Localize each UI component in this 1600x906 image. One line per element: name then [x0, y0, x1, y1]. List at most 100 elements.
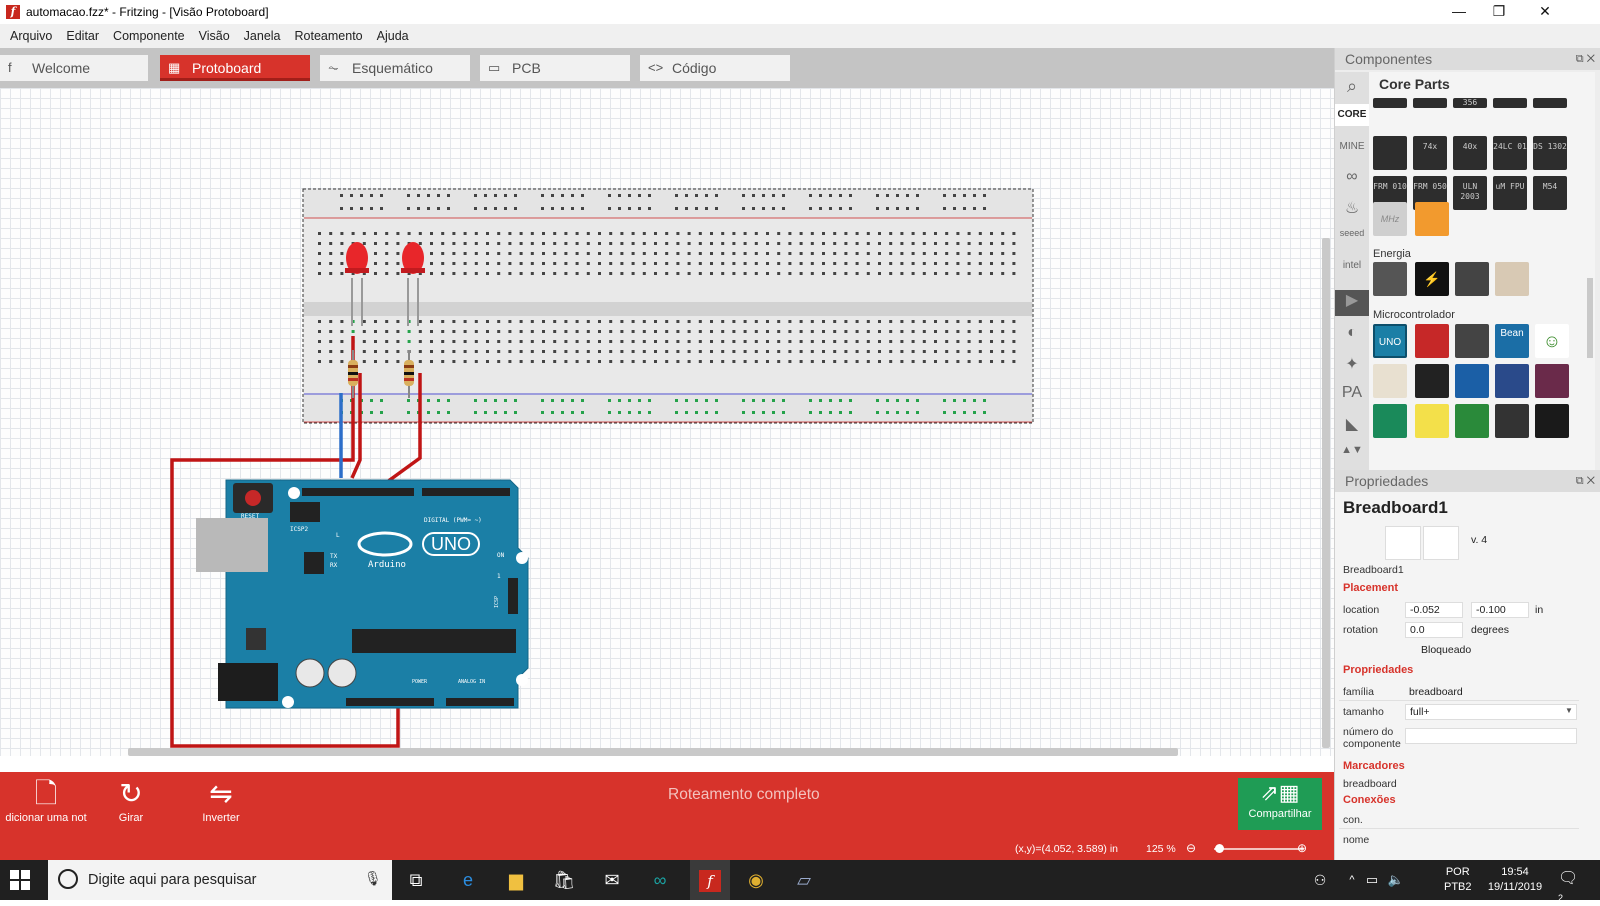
microphone-icon[interactable]: 🎙	[364, 870, 382, 887]
locked-checkbox-label[interactable]: Bloqueado	[1421, 644, 1471, 656]
part-arduino-red[interactable]	[1415, 324, 1449, 358]
part-board-4[interactable]	[1495, 364, 1529, 398]
part-board-8[interactable]	[1455, 404, 1489, 438]
part-sparkcore[interactable]	[1455, 324, 1489, 358]
vertical-scrollbar[interactable]	[1322, 238, 1330, 748]
part-power-supply[interactable]: ⚡	[1415, 262, 1449, 296]
ic-part[interactable]	[1533, 98, 1567, 108]
animal-bin-icon[interactable]: ✦	[1335, 354, 1369, 376]
menu-visao[interactable]: Visão	[193, 29, 238, 43]
windows-start-icon[interactable]	[10, 870, 30, 890]
arduino-ide-icon[interactable]: ∞	[648, 868, 672, 892]
ic-part[interactable]: 40x	[1453, 136, 1487, 170]
menu-editar[interactable]: Editar	[60, 29, 107, 43]
size-select[interactable]: full+	[1405, 704, 1577, 720]
breadboard-canvas[interactable]: UNO Arduino RESET ICSP2 DIGITAL (PWM= ~)…	[0, 88, 1334, 756]
part-board-5[interactable]	[1535, 364, 1569, 398]
snootlab-bin-icon[interactable]: ◐	[1335, 324, 1369, 346]
edge-icon[interactable]: e	[456, 868, 480, 892]
menu-arquivo[interactable]: Arquivo	[4, 29, 60, 43]
part-bean[interactable]: Bean	[1495, 324, 1529, 358]
chrome-icon[interactable]: ◉	[744, 868, 768, 892]
part-resonator[interactable]	[1415, 202, 1449, 236]
part-voltage-regulator[interactable]	[1455, 262, 1489, 296]
seeed-bin-icon[interactable]: seeed	[1335, 228, 1369, 254]
store-icon[interactable]: 🛍	[552, 868, 576, 892]
add-note-button[interactable]: 🗋 dicionar uma not	[4, 776, 88, 824]
app-icon[interactable]: ▱	[792, 868, 816, 892]
ic-part[interactable]	[1493, 98, 1527, 108]
part-crystal[interactable]: MHz	[1373, 202, 1407, 236]
zoom-slider[interactable]	[1214, 848, 1304, 850]
volume-icon[interactable]: 🔈	[1384, 868, 1408, 892]
task-view-icon[interactable]: ⧉	[404, 868, 428, 892]
maximize-button[interactable]: ❐	[1476, 0, 1522, 24]
people-icon[interactable]: ⚇	[1308, 868, 1332, 892]
pa-bin-icon[interactable]: PA	[1335, 384, 1369, 406]
close-button[interactable]: ✕	[1522, 0, 1568, 24]
ic-part[interactable]: M54	[1533, 176, 1567, 210]
ic-part[interactable]: ULN 2003	[1453, 176, 1487, 210]
menu-roteamento[interactable]: Roteamento	[289, 29, 371, 43]
search-icon[interactable]: ⌕	[1335, 76, 1369, 98]
part-board-1[interactable]	[1373, 364, 1407, 398]
file-explorer-icon[interactable]: ▆	[504, 868, 528, 892]
rotation-input[interactable]: 0.0	[1405, 622, 1463, 638]
location-x-input[interactable]: -0.052	[1405, 602, 1463, 618]
arduino-bin-icon[interactable]: ∞	[1335, 168, 1369, 190]
rotate-button[interactable]: ↻ Girar	[104, 776, 158, 824]
menu-componente[interactable]: Componente	[107, 29, 193, 43]
tab-codigo[interactable]: <> Código	[640, 55, 790, 81]
menu-janela[interactable]: Janela	[238, 29, 289, 43]
part-arduino-uno[interactable]: UNO	[1373, 324, 1407, 358]
intel-bin-icon[interactable]: intel	[1335, 260, 1369, 282]
taskbar-search-box[interactable]: Digite aqui para pesquisar 🎙	[48, 860, 392, 900]
part-number-input[interactable]	[1405, 728, 1577, 744]
ic-part[interactable]: 356	[1453, 98, 1487, 108]
location-y-input[interactable]: -0.100	[1471, 602, 1529, 618]
part-coin-cell[interactable]	[1495, 262, 1529, 296]
bin-mine[interactable]: MINE	[1335, 136, 1369, 158]
ic-part[interactable]	[1413, 98, 1447, 108]
notification-center-icon[interactable]: 🗨2	[1558, 868, 1582, 903]
ic-part[interactable]: 24LC 01	[1493, 136, 1527, 170]
zoom-out-icon[interactable]: ⊖	[1186, 841, 1196, 855]
panel-float-close-icon[interactable]: ⧉ ✕	[1576, 48, 1595, 70]
ic-part[interactable]: DS 1302	[1533, 136, 1567, 170]
part-board-2[interactable]	[1415, 364, 1449, 398]
part-board-6[interactable]	[1373, 404, 1407, 438]
menu-ajuda[interactable]: Ajuda	[371, 29, 417, 43]
network-icon[interactable]: ▭	[1360, 868, 1384, 892]
sparkfun-bin-icon[interactable]: ♨	[1335, 198, 1369, 220]
share-button[interactable]: ⇗▦ Compartilhar	[1238, 778, 1322, 830]
play-bin-icon[interactable]: ▶	[1335, 290, 1369, 316]
tab-pcb[interactable]: ▭ PCB	[480, 55, 630, 81]
tab-welcome[interactable]: f Welcome	[0, 55, 148, 81]
system-clock[interactable]: 19:54 19/11/2019	[1480, 865, 1550, 895]
part-board-7[interactable]	[1415, 404, 1449, 438]
ic-part[interactable]: 74x	[1413, 136, 1447, 170]
zoom-in-icon[interactable]: ⊕	[1297, 841, 1307, 855]
fritzing-taskbar-button[interactable]: f	[690, 860, 730, 900]
location-unit[interactable]: in	[1535, 604, 1543, 616]
ic-part[interactable]	[1373, 98, 1407, 108]
horizontal-scrollbar[interactable]	[128, 748, 1178, 756]
part-board-3[interactable]	[1455, 364, 1489, 398]
ic-part[interactable]	[1373, 136, 1407, 170]
tab-esquematico[interactable]: ⏦ Esquemático	[320, 55, 470, 81]
part-pinoccio[interactable]: ☺	[1535, 324, 1569, 358]
part-board-10[interactable]	[1535, 404, 1569, 438]
scroll-bins-icon[interactable]: ▲▼	[1335, 444, 1369, 466]
elephant-bin-icon[interactable]: ◣	[1335, 414, 1369, 436]
tab-protoboard[interactable]: ▦ Protoboard	[160, 55, 310, 81]
mail-icon[interactable]: ✉	[600, 868, 624, 892]
breadboard[interactable]	[302, 188, 1034, 424]
zoom-slider-handle[interactable]	[1214, 844, 1224, 853]
chevron-down-icon[interactable]: ▼	[1565, 706, 1573, 715]
language-indicator[interactable]: POR PTB2	[1444, 865, 1472, 895]
bin-core[interactable]: CORE	[1335, 104, 1369, 126]
part-board-9[interactable]	[1495, 404, 1529, 438]
panel-float-close-icon[interactable]: ⧉ ✕	[1576, 470, 1595, 492]
part-battery[interactable]	[1373, 262, 1407, 296]
parts-scrollbar[interactable]	[1587, 278, 1593, 358]
